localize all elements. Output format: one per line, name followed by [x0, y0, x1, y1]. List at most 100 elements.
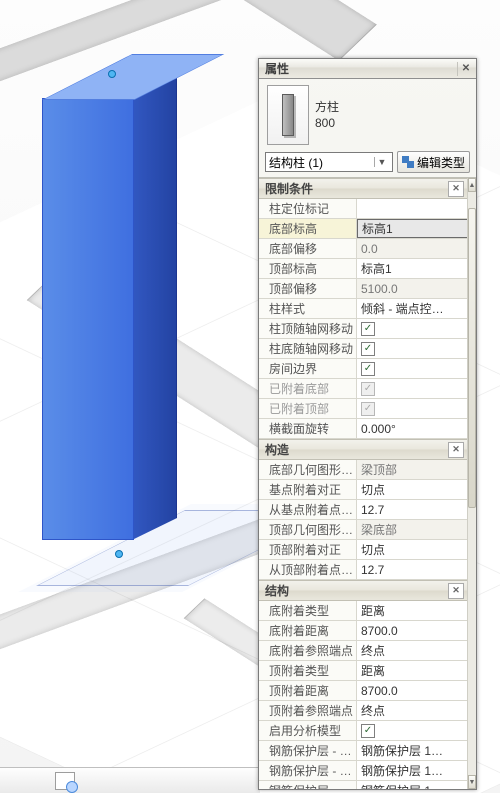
- construction-section[interactable]: 构造✕: [259, 439, 468, 460]
- checkbox[interactable]: ✓: [361, 362, 375, 376]
- property-label: 顶部偏移: [259, 279, 357, 298]
- property-label: 底部几何图形…: [259, 460, 357, 479]
- property-value[interactable]: 倾斜 - 端点控…: [357, 299, 468, 318]
- property-label: 基点附着对正: [259, 480, 357, 499]
- property-row[interactable]: 已附着顶部✓: [259, 399, 468, 419]
- property-label: 底部偏移: [259, 239, 357, 258]
- property-label: 底附着距离: [259, 621, 357, 640]
- property-label: 柱顶随轴网移动: [259, 319, 357, 338]
- property-row[interactable]: 底附着参照端点终点: [259, 641, 468, 661]
- properties-panel: 属性 ✕ 方柱 800 结构柱 (1) ▼ 编辑类型 限制条件 ✕ 柱定位标记底部标…: [258, 58, 477, 790]
- property-value[interactable]: ✓: [357, 319, 468, 338]
- property-value[interactable]: 切点: [357, 480, 468, 499]
- instance-selector-label: 结构柱 (1): [269, 154, 323, 171]
- type-family-label: 方柱: [315, 99, 339, 115]
- property-value: 5100.0: [357, 279, 468, 298]
- property-row[interactable]: 底附着距离8700.0: [259, 621, 468, 641]
- property-row[interactable]: 柱底随轴网移动✓: [259, 339, 468, 359]
- property-row[interactable]: 启用分析模型 ✓: [259, 721, 468, 741]
- instance-selector[interactable]: 结构柱 (1) ▼: [265, 152, 393, 172]
- scroll-down-button[interactable]: ▼: [468, 775, 476, 789]
- property-value[interactable]: 距离: [357, 661, 468, 680]
- property-value[interactable]: ✓: [357, 399, 468, 418]
- property-row[interactable]: 房间边界 ✓: [259, 359, 468, 379]
- property-value[interactable]: 8700.0: [357, 621, 468, 640]
- property-row[interactable]: 横截面旋转0.000°: [259, 419, 468, 439]
- property-row[interactable]: 顶附着参照端点终点: [259, 701, 468, 721]
- collapse-icon[interactable]: ✕: [448, 583, 464, 599]
- structure-section-label: 结构: [265, 582, 289, 599]
- property-value: 梁顶部: [357, 460, 468, 479]
- property-value[interactable]: 8700.0: [357, 681, 468, 700]
- checkbox[interactable]: ✓: [361, 342, 375, 356]
- drag-handle-top[interactable]: [108, 70, 116, 78]
- property-label: 底部标高: [259, 219, 357, 238]
- property-label: 启用分析模型: [259, 721, 357, 740]
- property-value[interactable]: 0.000°: [357, 419, 468, 438]
- panel-titlebar[interactable]: 属性 ✕: [259, 59, 476, 79]
- property-row[interactable]: 已附着底部✓: [259, 379, 468, 399]
- property-label: 从基点附着点…: [259, 500, 357, 519]
- type-thumbnail-row: 方柱 800: [259, 79, 476, 149]
- property-row[interactable]: 顶部标高标高1: [259, 259, 468, 279]
- property-row[interactable]: 顶部附着对正切点: [259, 540, 468, 560]
- property-value[interactable]: 钢筋保护层 1…: [357, 761, 468, 780]
- structure-section[interactable]: 结构 ✕: [259, 580, 468, 601]
- property-row[interactable]: 钢筋保护层 - …钢筋保护层 1…: [259, 761, 468, 781]
- property-value[interactable]: [357, 199, 468, 218]
- property-value[interactable]: 终点: [357, 701, 468, 720]
- property-value[interactable]: ✓: [357, 379, 468, 398]
- property-row[interactable]: 底部偏移0.0: [259, 239, 468, 259]
- scroll-up-button[interactable]: ▲: [468, 178, 476, 192]
- property-value[interactable]: ✓: [357, 721, 468, 740]
- property-value[interactable]: 12.7: [357, 560, 468, 579]
- property-row[interactable]: 顶附着距离8700.0: [259, 681, 468, 701]
- edit-type-button[interactable]: 编辑类型: [397, 151, 470, 173]
- type-thumbnail[interactable]: [267, 85, 309, 145]
- property-row[interactable]: 柱样式倾斜 - 端点控…: [259, 299, 468, 319]
- chevron-down-icon: ▼: [374, 157, 389, 167]
- property-value[interactable]: 标高1: [357, 259, 468, 278]
- collapse-icon[interactable]: ✕: [448, 181, 464, 197]
- filter-icon[interactable]: [55, 772, 75, 790]
- property-row[interactable]: 底附着类型距离: [259, 601, 468, 621]
- property-label: 底附着参照端点: [259, 641, 357, 660]
- property-label: 钢筋保护层 - …: [259, 741, 357, 760]
- property-row[interactable]: 基点附着对正切点: [259, 480, 468, 500]
- checkbox[interactable]: ✓: [361, 724, 375, 738]
- property-value[interactable]: 钢筋保护层 1…: [357, 741, 468, 760]
- column-icon: [282, 94, 294, 136]
- property-row[interactable]: 顶部几何图形…梁底部: [259, 520, 468, 540]
- property-value[interactable]: 终点: [357, 641, 468, 660]
- property-label: 顶附着距离: [259, 681, 357, 700]
- property-value[interactable]: 钢筋保护层 1…: [357, 781, 468, 789]
- property-value[interactable]: 距离: [357, 601, 468, 620]
- vertical-scrollbar[interactable]: ▲ ▼: [467, 178, 476, 789]
- property-row[interactable]: 底部几何图形…梁顶部: [259, 460, 468, 480]
- property-value[interactable]: ✓: [357, 359, 468, 378]
- drag-handle-bottom[interactable]: [115, 550, 123, 558]
- property-row[interactable]: 顶附着类型距离: [259, 661, 468, 681]
- panel-close-button[interactable]: ✕: [457, 62, 474, 76]
- property-value: 0.0: [357, 239, 468, 258]
- property-row[interactable]: 柱顶随轴网移动 ✓: [259, 319, 468, 339]
- property-value[interactable]: 切点: [357, 540, 468, 559]
- property-row[interactable]: 底部标高标高1: [259, 219, 468, 239]
- property-label: 已附着底部: [259, 379, 357, 398]
- collapse-icon[interactable]: ✕: [448, 442, 464, 458]
- property-row[interactable]: 从顶部附着点…12.7: [259, 560, 468, 580]
- constraints-section[interactable]: 限制条件 ✕: [259, 178, 468, 199]
- checkbox[interactable]: ✓: [361, 322, 375, 336]
- constraints-section-label: 限制条件: [265, 180, 313, 197]
- property-value[interactable]: ✓: [357, 339, 468, 358]
- property-value[interactable]: 12.7: [357, 500, 468, 519]
- property-row[interactable]: 钢筋保护层 - …钢筋保护层 1…: [259, 781, 468, 789]
- property-row[interactable]: 柱定位标记: [259, 199, 468, 219]
- property-label: 柱定位标记: [259, 199, 357, 218]
- property-label: 房间边界: [259, 359, 357, 378]
- scroll-thumb[interactable]: [468, 208, 476, 508]
- property-row[interactable]: 顶部偏移5100.0: [259, 279, 468, 299]
- property-row[interactable]: 钢筋保护层 - …钢筋保护层 1…: [259, 741, 468, 761]
- property-value[interactable]: 标高1: [357, 219, 468, 238]
- property-row[interactable]: 从基点附着点…12.7: [259, 500, 468, 520]
